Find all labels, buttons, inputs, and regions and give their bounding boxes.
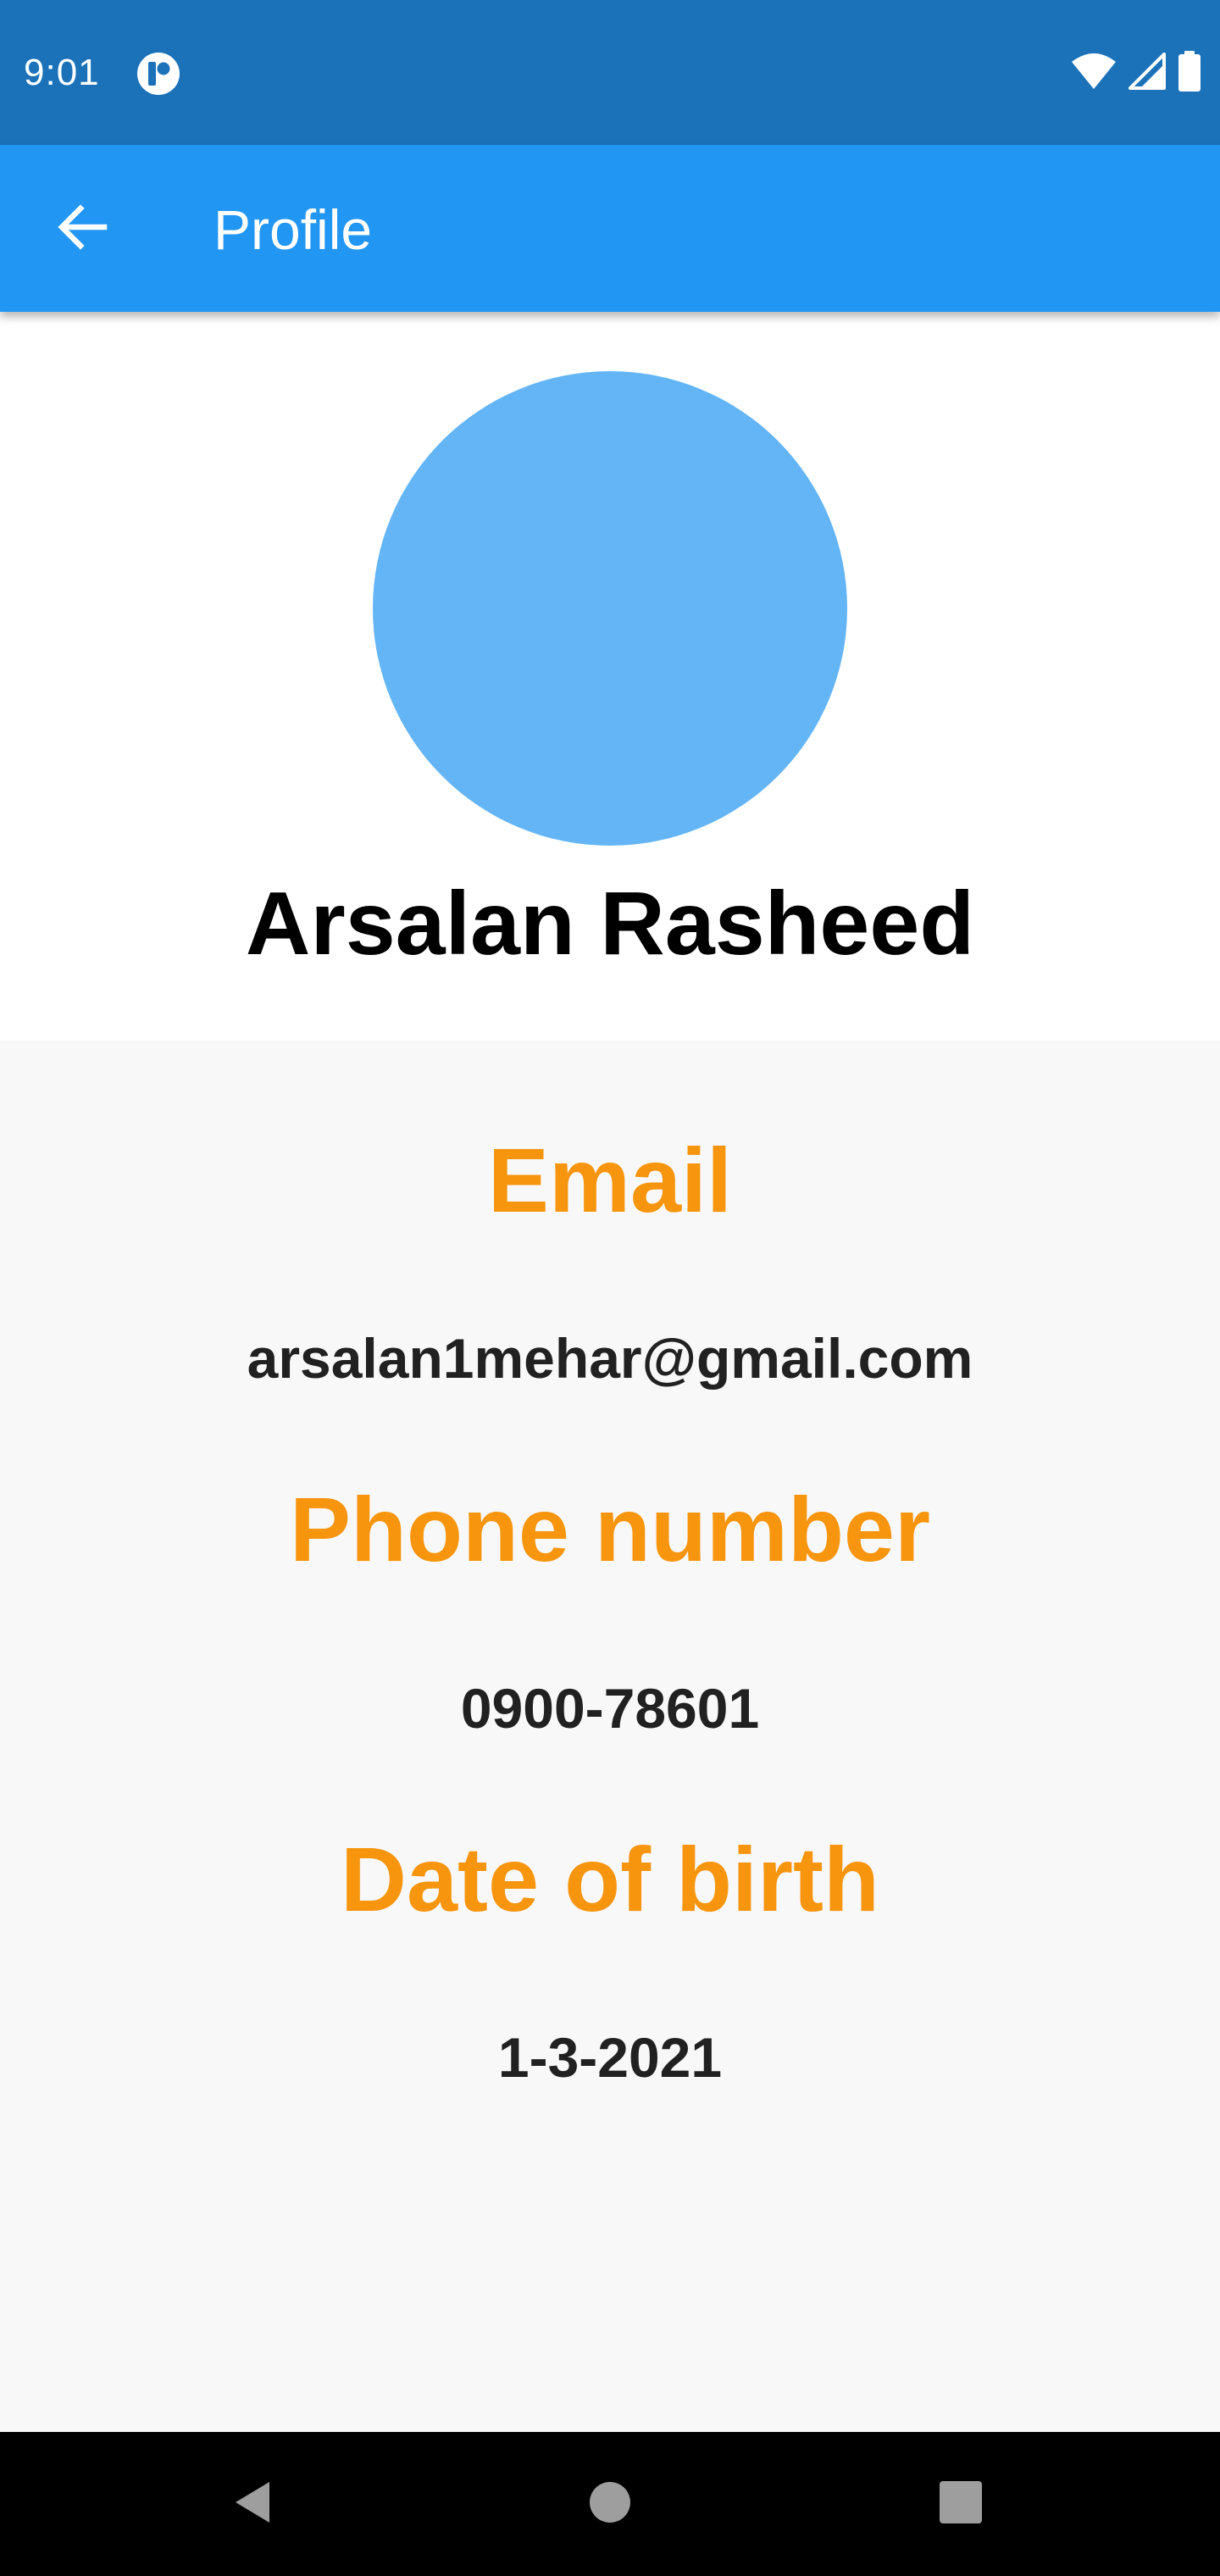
profile-name: Arsalan Rasheed [245,874,975,974]
wifi-icon [1071,53,1117,94]
app-notification-icon [136,51,181,97]
dob-label: Date of birth [341,1828,879,1930]
arrow-back-icon [55,200,109,258]
nav-recents-button[interactable] [918,2462,1003,2546]
cellular-signal-icon [1128,52,1166,94]
nav-back-icon [229,2477,280,2532]
phone-label: Phone number [289,1478,931,1580]
email-label: Email [487,1129,733,1231]
app-bar: Profile [0,145,1220,312]
nav-home-button[interactable] [568,2462,652,2546]
system-nav-bar [0,2432,1220,2576]
dob-value: 1-3-2021 [497,2026,723,2089]
profile-details: Email arsalan1mehar@gmail.com Phone numb… [0,1041,1220,2432]
status-bar: 9:01 [0,0,1220,145]
nav-home-icon [586,2479,634,2530]
battery-icon [1178,50,1201,96]
avatar [373,371,847,846]
status-time: 9:01 [24,52,100,93]
profile-header: Arsalan Rasheed [0,312,1220,1041]
back-button[interactable] [44,191,120,267]
email-value: arsalan1mehar@gmail.com [247,1327,973,1390]
nav-recents-icon [937,2479,984,2530]
nav-back-button[interactable] [212,2462,297,2546]
phone-value: 0900-78601 [460,1677,760,1740]
page-title: Profile [214,198,373,261]
status-icons [1071,49,1201,97]
